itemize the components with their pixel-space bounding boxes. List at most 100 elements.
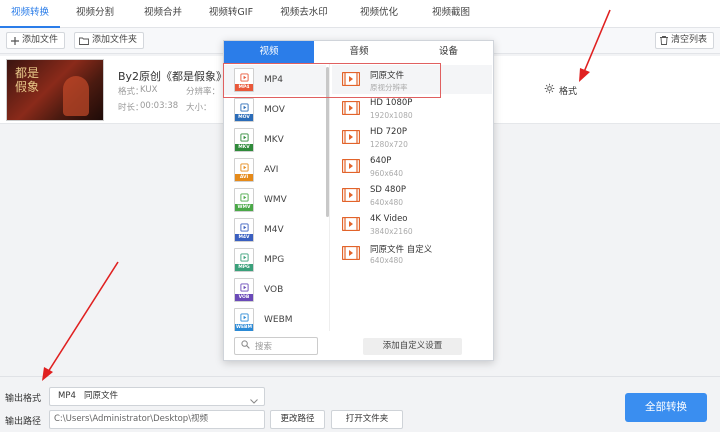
file-format-icon: MKV	[234, 128, 254, 152]
format-item-m4v[interactable]: M4V M4V	[224, 215, 326, 245]
tab-video-to-gif[interactable]: 视频转GIF	[198, 0, 264, 28]
file-format-icon: WEBM	[234, 308, 254, 331]
tab-video-screenshot[interactable]: 视频截图	[416, 0, 486, 28]
format-icon-band: M4V	[235, 234, 253, 241]
preset-resolution: 640x480	[370, 256, 404, 265]
preset-resolution: 640x480	[370, 198, 404, 207]
tab-video-remove-watermark[interactable]: 视频去水印	[266, 0, 342, 28]
main-tabs: 视频转换 视频分割 视频合并 视频转GIF 视频去水印 视频优化 视频截图	[0, 0, 720, 28]
format-item-label: MP4	[264, 75, 283, 85]
arrow-to-output-format	[42, 261, 119, 381]
preset-name: 4K Video	[370, 214, 408, 224]
format-item-label: MOV	[264, 105, 285, 115]
format-item-mpg[interactable]: MPG MPG	[224, 245, 326, 275]
format-icon-band: AVI	[235, 174, 253, 181]
format-item-label: WEBM	[264, 315, 293, 325]
panel-tab-audio[interactable]: 音频	[314, 41, 404, 63]
preset-resolution: 1920x1080	[370, 111, 413, 120]
format-item-vob[interactable]: VOB VOB	[224, 275, 326, 305]
format-search-input[interactable]: 搜索	[234, 337, 318, 355]
preset-item[interactable]: SD 480P 640x480	[332, 181, 492, 210]
film-icon	[341, 100, 361, 118]
film-icon	[341, 187, 361, 205]
output-path-field[interactable]: C:\Users\Administrator\Desktop\视频	[49, 410, 265, 429]
output-path-label: 输出路径	[5, 417, 42, 427]
change-path-button[interactable]: 更改路径	[270, 410, 325, 429]
format-icon-band: WMV	[235, 204, 253, 211]
format-item-label: MKV	[264, 135, 284, 145]
format-item-mov[interactable]: MOV MOV	[224, 95, 326, 125]
format-item-label: VOB	[264, 285, 284, 295]
preset-item[interactable]: 同原文件 自定义 640x480	[332, 239, 492, 268]
preset-item[interactable]: 同原文件 原视分辨率	[332, 65, 492, 94]
tab-video-merge[interactable]: 视频合并	[130, 0, 196, 28]
file-format-icon: WMV	[234, 188, 254, 212]
preset-item[interactable]: HD 1080P 1920x1080	[332, 94, 492, 123]
preset-name: SD 480P	[370, 185, 406, 195]
preset-item[interactable]: 4K Video 3840x2160	[332, 210, 492, 239]
trash-icon	[660, 36, 668, 45]
preset-name: HD 720P	[370, 127, 407, 137]
add-custom-setting-button[interactable]: 添加自定义设置	[363, 338, 462, 355]
tab-video-split[interactable]: 视频分割	[62, 0, 128, 28]
clear-list-button[interactable]: 清空列表	[655, 32, 715, 49]
format-list-scrollbar[interactable]	[326, 67, 329, 217]
file-format-icon: MP4	[234, 68, 254, 92]
format-icon-band: WEBM	[235, 324, 253, 331]
format-settings-button[interactable]: 格式	[544, 83, 577, 97]
film-icon	[341, 71, 361, 89]
format-dropdown-panel: 视频 音频 设备 MP4 MP4 MOV MOV MKV MKV AVI AVI WMV WMV M…	[223, 40, 494, 361]
format-item-label: MPG	[264, 255, 285, 265]
resolution-meta-label: 分辨率：	[186, 87, 221, 97]
film-icon	[341, 129, 361, 147]
video-thumbnail: 都是 假象	[6, 59, 104, 121]
tab-video-convert[interactable]: 视频转换	[0, 0, 60, 28]
output-format-label: 输出格式	[5, 394, 42, 404]
film-icon	[341, 245, 361, 263]
format-icon-band: MKV	[235, 144, 253, 151]
preset-item[interactable]: 640P 960x640	[332, 152, 492, 181]
format-item-webm[interactable]: WEBM WEBM	[224, 305, 326, 331]
folder-icon	[79, 37, 89, 45]
add-file-button[interactable]: 添加文件	[6, 32, 66, 49]
file-format-icon: VOB	[234, 278, 254, 302]
format-meta-value: KUX	[140, 85, 158, 95]
convert-all-button[interactable]: 全部转换	[625, 393, 707, 422]
plus-icon	[11, 36, 19, 45]
file-format-icon: AVI	[234, 158, 254, 182]
chevron-down-icon	[250, 394, 258, 411]
add-file-label: 添加文件	[22, 35, 59, 45]
preset-resolution: 1280x720	[370, 140, 408, 149]
format-item-wmv[interactable]: WMV WMV	[224, 185, 326, 215]
film-icon	[341, 216, 361, 234]
search-icon	[241, 340, 250, 352]
panel-tabs: 视频 音频 设备	[224, 41, 493, 63]
panel-tab-device[interactable]: 设备	[404, 41, 493, 63]
format-button-label: 格式	[559, 86, 578, 97]
format-item-avi[interactable]: AVI AVI	[224, 155, 326, 185]
clear-list-label: 清空列表	[671, 35, 708, 45]
thumbnail-title: 都是 假象	[15, 66, 40, 94]
output-format-select[interactable]: MP4 同原文件	[49, 387, 265, 406]
format-item-mp4[interactable]: MP4 MP4	[224, 65, 326, 95]
panel-tab-video[interactable]: 视频	[224, 41, 314, 63]
format-icon-band: MOV	[235, 114, 253, 121]
preset-resolution: 960x640	[370, 169, 404, 178]
open-folder-button[interactable]: 打开文件夹	[331, 410, 403, 429]
file-format-icon: MPG	[234, 248, 254, 272]
thumbnail-figure	[63, 76, 89, 116]
format-item-mkv[interactable]: MKV MKV	[224, 125, 326, 155]
file-format-icon: MOV	[234, 98, 254, 122]
preset-list: 同原文件 原视分辨率 HD 1080P 1920x1080 HD 720P 1280x72…	[332, 63, 492, 331]
film-icon	[341, 158, 361, 176]
preset-name: HD 1080P	[370, 98, 413, 108]
preset-resolution: 3840x2160	[370, 227, 413, 236]
preset-item[interactable]: HD 720P 1280x720	[332, 123, 492, 152]
preset-name: 640P	[370, 156, 392, 166]
format-icon-band: MP4	[235, 84, 253, 91]
add-folder-button[interactable]: 添加文件夹	[74, 32, 145, 49]
format-item-label: AVI	[264, 165, 279, 175]
add-folder-label: 添加文件夹	[92, 35, 138, 45]
tab-video-optimize[interactable]: 视频优化	[344, 0, 414, 28]
format-icon-band: VOB	[235, 294, 253, 301]
